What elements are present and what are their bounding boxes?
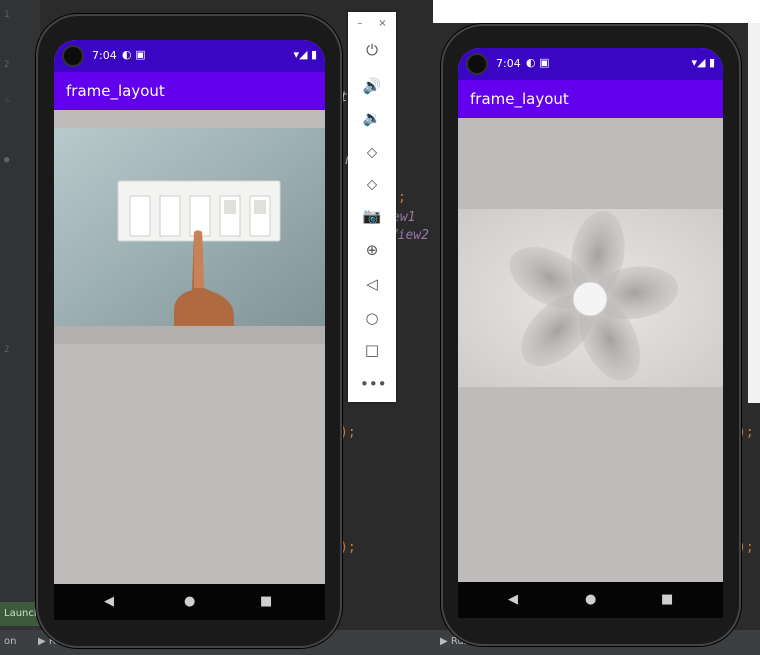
phone-device-2: 7:04 ◐ ▣ ▾◢ ▮ frame_layout ◀ ● ■ [441,24,741,646]
status-bar: 7:04 ◐ ▣ ▾◢ ▮ [54,40,325,72]
emulator-window-top [433,0,760,23]
code-text: ; [398,190,406,205]
run-icon: ▶ [38,636,46,647]
notification-icons: ◐ ▣ [122,48,146,61]
camera-icon: 📷 [362,207,382,225]
back-nav-icon[interactable]: ◀ [508,592,518,607]
volume-up-button[interactable]: 🔊 [360,74,384,98]
zoom-icon: ⊕ [365,241,379,259]
home-nav-icon[interactable]: ● [585,592,596,607]
signal-battery-icons: ▾◢ ▮ [691,56,715,69]
home-nav-icon[interactable]: ● [184,594,195,609]
launch-tab[interactable]: Launch [0,602,40,626]
more-button[interactable]: ••• [360,372,387,396]
home-button[interactable]: ○ [360,306,384,330]
rotate-right-button[interactable]: ⬦ [360,172,384,196]
status-time: 7:04 [92,49,117,62]
phone-screen: 7:04 ◐ ▣ ▾◢ ▮ frame_layout ◀ ● ■ [458,48,723,618]
front-camera [466,53,488,75]
nav-bar: ◀ ● ■ [458,582,723,618]
app-bar-title: frame_layout [458,80,723,118]
minimize-button[interactable]: – [357,18,362,29]
screenshot-button[interactable]: 📷 [360,204,384,228]
back-nav-icon[interactable]: ◀ [104,594,114,609]
emulator-toolbar: – × ⏻ 🔊 🔉 ⬦ ⬦ 📷 ⊕ ◁ ○ □ ••• [348,12,396,402]
front-camera [62,45,84,67]
image-bottom-band [54,326,325,344]
status-bar: 7:04 ◐ ▣ ▾◢ ▮ [458,48,723,80]
signal-battery-icons: ▾◢ ▮ [293,48,317,61]
overview-square-icon: □ [364,341,380,359]
app-bar-title: frame_layout [54,72,325,110]
phone-device-1: 7:04 ◐ ▣ ▾◢ ▮ frame_layout ◀ ● ■ [36,14,342,648]
line-gutter: 1 2 ⚠ ● 2 [0,0,40,630]
window-controls: – × [348,18,396,29]
run-icon: ▶ [440,636,448,647]
power-icon: ⏻ [366,41,378,59]
close-button[interactable]: × [378,18,386,29]
emulator-side-panel [748,23,760,403]
code-marker-icon: ⚠ [4,95,10,105]
on-label: on [4,636,17,647]
overview-button[interactable]: □ [360,338,384,362]
rotate-left-icon: ⬦ [366,143,378,161]
rotate-right-icon: ⬦ [366,175,378,193]
notification-icons: ◐ ▣ [526,56,550,69]
phone-screen: 7:04 ◐ ▣ ▾◢ ▮ frame_layout ◀ ● ■ [54,40,325,620]
volume-down-icon: 🔉 [362,109,382,127]
code-text: ); [340,540,356,555]
nav-bar: ◀ ● ■ [54,584,325,620]
back-triangle-icon: ◁ [366,275,378,293]
back-button[interactable]: ◁ [360,272,384,296]
zoom-button[interactable]: ⊕ [360,238,384,262]
home-circle-icon: ○ [365,309,379,327]
power-button[interactable]: ⏻ [360,38,384,62]
overview-nav-icon[interactable]: ■ [260,594,272,609]
volume-up-icon: 🔊 [362,77,382,95]
fan-image [458,209,723,387]
status-time: 7:04 [496,57,521,70]
light-switch-image [54,128,325,326]
volume-down-button[interactable]: 🔉 [360,106,384,130]
more-dots-icon: ••• [360,375,387,393]
rotate-left-button[interactable]: ⬦ [360,140,384,164]
code-text: ); [340,425,356,440]
overview-nav-icon[interactable]: ■ [661,592,673,607]
